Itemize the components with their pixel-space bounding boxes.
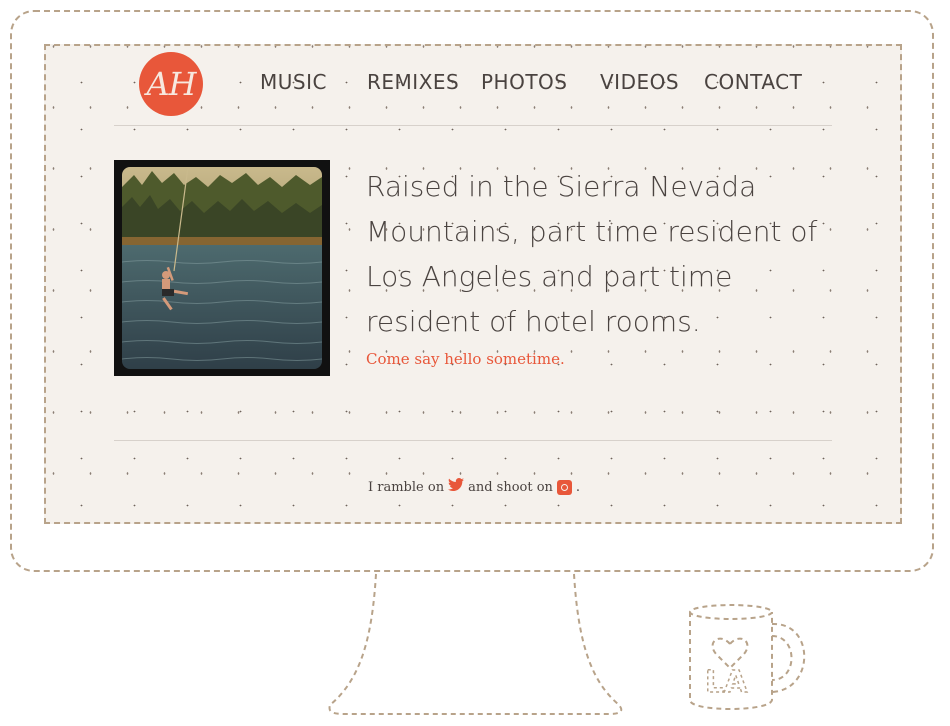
nav-photos[interactable]: PHOTOS [481,70,568,94]
mug-handle [771,622,806,693]
nav-videos[interactable]: VIDEOS [600,70,679,94]
footer: I ramble on and shoot on . [368,478,580,496]
website-screen: AH MUSIC REMIXES PHOTOS VIDEOS CONTACT R… [44,44,902,524]
twitter-bird-icon [448,478,465,491]
logo[interactable]: AH [139,52,203,116]
intro-headline: Raised in the Sierra Nevada Mountains, p… [366,170,818,338]
lake-rope-swing-photo [122,167,322,369]
footer-text-ramble: I ramble on [368,479,445,495]
nav-music[interactable]: MUSIC [260,70,327,94]
monitor-stand [328,573,623,715]
footer-text-period: . [575,479,581,495]
footer-text-shoot: and shoot on [468,479,553,495]
logo-text: AH [146,65,196,103]
footer-divider [114,440,832,441]
mug-rim [689,604,773,620]
nav-contact[interactable]: CONTACT [704,70,802,94]
mug-letters: LA [705,665,748,700]
twitter-link[interactable] [448,478,465,496]
heart-icon [711,637,749,670]
say-hello-link[interactable]: Come say hello sometime. [366,350,565,368]
profile-photo [114,160,330,376]
nav-remixes[interactable]: REMIXES [367,70,459,94]
instagram-icon[interactable] [556,479,572,495]
header-divider [114,125,832,126]
